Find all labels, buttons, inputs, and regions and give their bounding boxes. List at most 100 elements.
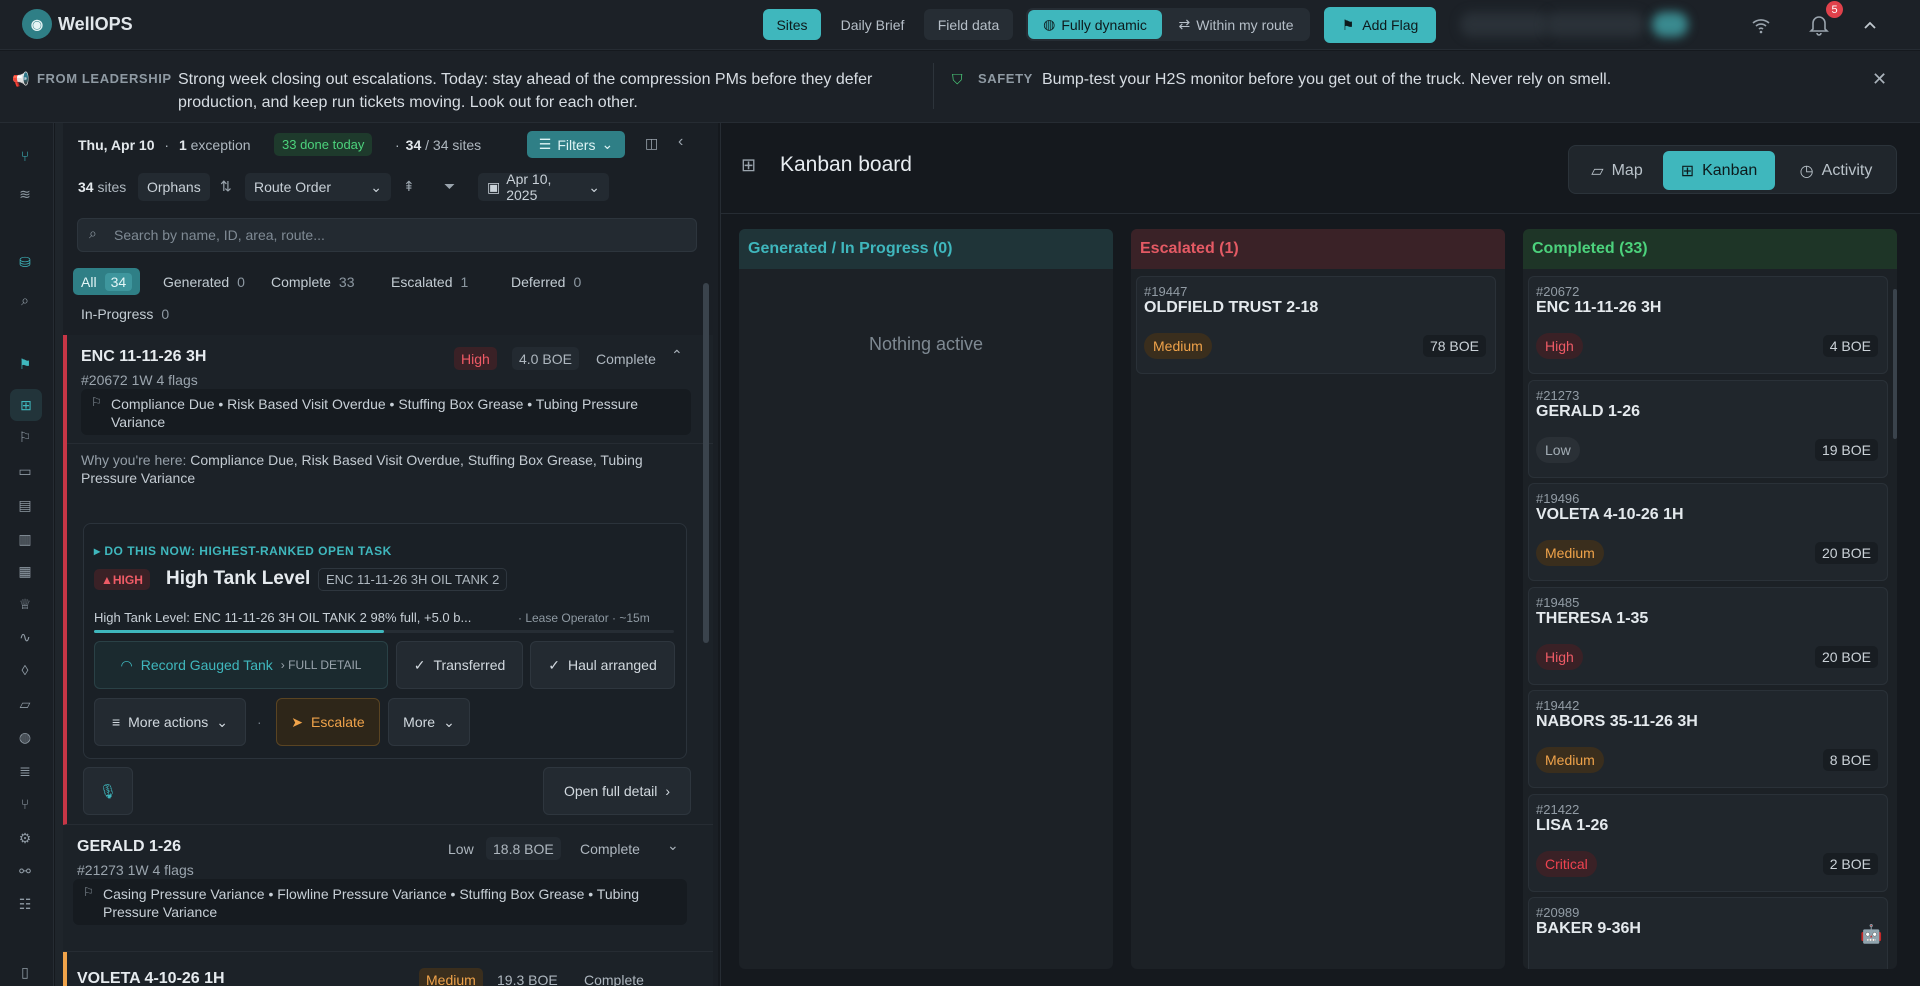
book-icon[interactable]: ▯: [14, 961, 36, 983]
sort-direction-icon[interactable]: ⇅: [220, 178, 232, 195]
view-map[interactable]: ▱ Map: [1574, 151, 1660, 190]
flag-list: Casing Pressure Variance • Flowline Pres…: [73, 879, 687, 925]
filters-button[interactable]: ☰ Filters ⌄: [527, 131, 625, 158]
haul-arranged-button[interactable]: ✓ Haul arranged: [530, 641, 675, 689]
map-icon[interactable]: ▱: [14, 693, 36, 715]
panel-toggle-icon[interactable]: ◫: [645, 135, 658, 152]
search-icon[interactable]: ⌕: [14, 289, 36, 311]
kanban-card[interactable]: #21273 GERALD 1-26 Low 19 BOE: [1528, 379, 1888, 478]
site-name: GERALD 1-26: [77, 838, 182, 855]
search-input[interactable]: Search by name, ID, area, route...: [77, 218, 697, 252]
site-name: VOLETA 4-10-26 1H: [77, 970, 225, 986]
status-tab-count: 0: [573, 273, 582, 290]
task-header[interactable]: ▸ DO THIS NOW: HIGHEST-RANKED OPEN TASK: [94, 544, 392, 558]
mode-within-route[interactable]: ⇄ Within my route: [1166, 10, 1306, 39]
collapse-icon[interactable]: ‹: [678, 133, 683, 151]
bot-icon[interactable]: 🤖: [1860, 924, 1882, 945]
haul-label: Haul arranged: [568, 657, 657, 673]
link-icon[interactable]: ⚯: [14, 860, 36, 882]
bar-chart-icon[interactable]: ▥: [14, 528, 36, 550]
monitor-icon[interactable]: ▭: [14, 460, 36, 482]
kanban-card[interactable]: #19496 VOLETA 4-10-26 1H Medium 20 BOE: [1528, 483, 1888, 581]
branch-icon[interactable]: ⑂: [14, 145, 36, 167]
escalate-button[interactable]: ➤ Escalate: [276, 698, 380, 746]
grid-icon[interactable]: ⊞: [10, 389, 42, 421]
globe-icon[interactable]: ◍: [14, 726, 36, 748]
card-boe: 19 BOE: [1814, 438, 1878, 461]
droplet-icon[interactable]: ◊: [14, 659, 36, 681]
trophy-icon[interactable]: ♕: [14, 593, 36, 615]
logo-icon: ◉: [22, 9, 52, 39]
status-tab-deferred[interactable]: Deferred 0: [503, 268, 589, 295]
transferred-button[interactable]: ✓ Transferred: [396, 641, 523, 689]
task-asset-tag: ENC 11-11-26 3H OIL TANK 2: [318, 568, 508, 591]
view-kanban-label: Kanban: [1702, 161, 1758, 179]
filter-icon[interactable]: ⏷: [444, 178, 455, 195]
close-icon[interactable]: ✕: [1872, 69, 1887, 90]
chevron-up-icon[interactable]: ⌃: [671, 347, 683, 364]
git-branch-icon[interactable]: ⑂: [14, 793, 36, 815]
add-flag-button[interactable]: ⚑ Add Flag: [1324, 7, 1436, 43]
wifi-icon[interactable]: [1748, 12, 1774, 38]
exception-label: exception: [190, 137, 251, 153]
date-filter[interactable]: ▣ Apr 10, 2025 ⌄: [478, 171, 609, 203]
sliders-icon[interactable]: ☷: [14, 893, 36, 915]
more-actions-label: More actions: [128, 714, 209, 730]
kanban-card[interactable]: #19442 NABORS 35-11-26 3H Medium 8 BOE: [1528, 690, 1888, 788]
view-activity-label: Activity: [1821, 161, 1873, 179]
card-name: LISA 1-26: [1536, 816, 1609, 834]
site-card[interactable]: VOLETA 4-10-26 1H Medium 19.3 BOE Comple…: [63, 952, 713, 986]
avatar[interactable]: [1652, 12, 1688, 37]
status-tab-label: Complete: [271, 273, 331, 290]
tab-field-data[interactable]: Field data: [924, 9, 1013, 40]
tab-sites[interactable]: Sites: [763, 9, 821, 40]
app-logo[interactable]: ◉ WellOPS: [22, 9, 133, 39]
site-list-panel: Thu, Apr 10 · 1 exception 33 done today …: [55, 123, 718, 986]
list-scrollbar[interactable]: [703, 283, 709, 643]
mic-icon[interactable]: 🎙: [83, 767, 133, 815]
mode-fully-dynamic[interactable]: ◍ Fully dynamic: [1028, 10, 1162, 39]
waves-icon[interactable]: ≋: [14, 183, 36, 205]
open-full-detail-button[interactable]: Open full detail ›: [543, 767, 691, 815]
status-tab-all[interactable]: All 34: [73, 268, 141, 295]
orphans-button[interactable]: Orphans: [138, 173, 210, 201]
panel-scrollbar[interactable]: [55, 123, 63, 986]
database-icon[interactable]: ⛁: [14, 251, 36, 273]
column-scrollbar[interactable]: [1893, 289, 1897, 439]
more-actions-button[interactable]: ≡ More actions ⌄: [94, 698, 246, 746]
view-activity[interactable]: ◷ Activity: [1779, 151, 1893, 190]
status-tab-complete[interactable]: Complete 33: [263, 268, 363, 295]
status-tab-generated[interactable]: Generated 0: [155, 268, 253, 295]
status-tab-escalated[interactable]: Escalated 1: [383, 268, 476, 295]
site-card[interactable]: GERALD 1-26 #21273 1W 4 flags Low 18.8 B…: [63, 825, 713, 952]
status-tab-in-progress[interactable]: In-Progress 0: [73, 300, 177, 327]
sort-select[interactable]: Route Order ⌄: [245, 173, 391, 201]
card-boe: 20 BOE: [1814, 542, 1878, 564]
flag-outline-icon[interactable]: ⚐: [14, 426, 36, 448]
add-flag-label: Add Flag: [1362, 17, 1419, 33]
kanban-card[interactable]: #21422 LISA 1-26 Critical 2 BOE: [1528, 793, 1888, 892]
chevron-down-icon[interactable]: ⌄: [667, 837, 679, 854]
chevron-up-icon[interactable]: [1857, 12, 1883, 38]
gear-icon[interactable]: ⚙: [14, 827, 36, 849]
card-boe: 78 BOE: [1422, 335, 1486, 357]
kanban-card[interactable]: #20672 ENC 11-11-26 3H High 4 BOE: [1528, 276, 1888, 374]
more-button[interactable]: More ⌄: [388, 698, 470, 746]
chevron-right-icon: ›: [665, 783, 671, 799]
tab-daily-brief[interactable]: Daily Brief: [827, 9, 918, 40]
flag-icon[interactable]: ⚑: [14, 353, 36, 375]
site-card[interactable]: ENC 11-11-26 3H #20672 1W 4 flags High 4…: [63, 335, 713, 825]
boe-badge: 19.3 BOE: [497, 971, 558, 986]
pulse-icon[interactable]: ∿: [14, 626, 36, 648]
record-gauged-tank-button[interactable]: ◠ Record Gauged Tank › FULL DETAIL: [94, 641, 388, 689]
left-nav-rail: ⑂ ≋ ⛁ ⌕ ⚑ ⊞ ⚐ ▭ ▤ ▥ ▦ ♕ ∿ ◊ ▱ ◍ ≣ ⑂ ⚙ ⚯ …: [0, 123, 54, 986]
view-kanban[interactable]: ⊞ Kanban: [1663, 151, 1775, 190]
document-icon[interactable]: ▤: [14, 494, 36, 516]
chart-icon[interactable]: ▦: [14, 560, 36, 582]
routes-icon[interactable]: ≣: [14, 760, 36, 782]
kanban-card[interactable]: #19485 THERESA 1-35 High 20 BOE: [1528, 586, 1888, 685]
boe-badge: 18.8 BOE: [486, 837, 561, 860]
kanban-card[interactable]: #19447 OLDFIELD TRUST 2-18 Medium 78 BOE: [1136, 276, 1496, 374]
sort-asc-icon[interactable]: ⇞: [403, 178, 415, 195]
kanban-card[interactable]: #20989 BAKER 9-36H: [1528, 897, 1888, 969]
